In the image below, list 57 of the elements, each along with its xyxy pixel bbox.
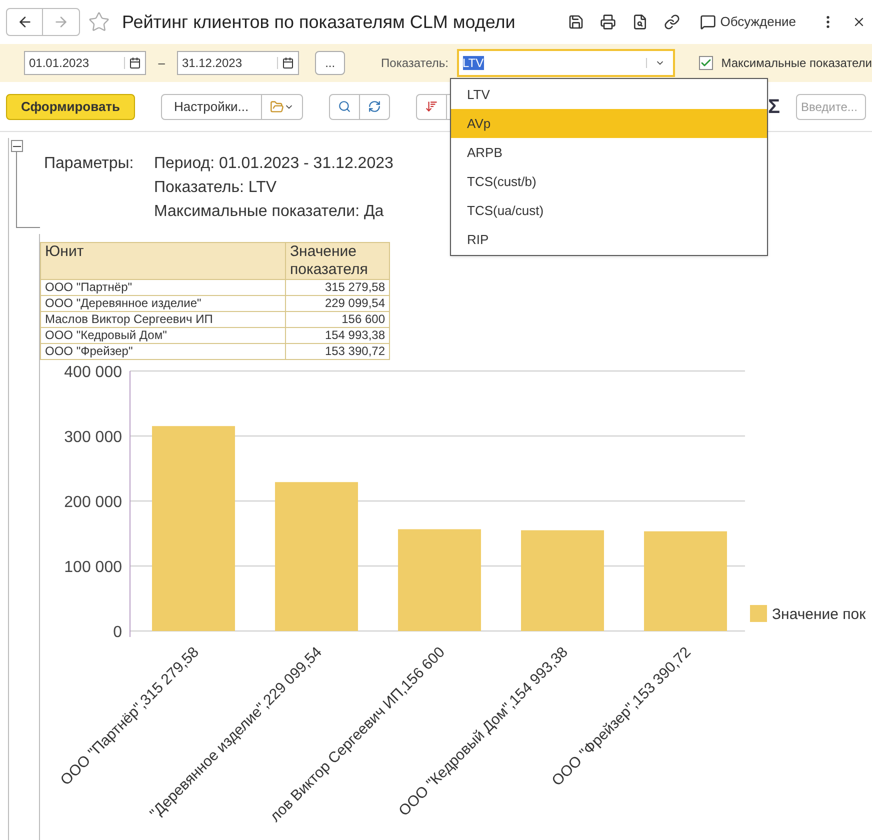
- table-cell: 154 993,38: [286, 328, 390, 344]
- parameter-line: Показатель: LTV: [154, 178, 278, 198]
- table-cell: ООО "Деревянное изделие": [40, 296, 286, 312]
- y-axis-label: 100 000: [64, 559, 122, 576]
- search-icon: [338, 100, 351, 113]
- y-axis-label: 400 000: [64, 364, 122, 381]
- table-cell: ООО "Партнёр": [40, 280, 286, 296]
- search-field[interactable]: Введите...: [796, 94, 866, 120]
- refresh-icon: [368, 100, 381, 113]
- dropdown-item[interactable]: LTV: [451, 80, 767, 109]
- link-icon[interactable]: [664, 14, 680, 30]
- date-to-field[interactable]: 31.12.2023: [176, 51, 300, 75]
- indicator-select[interactable]: LTV: [456, 49, 676, 77]
- chat-bubble-icon: [700, 14, 716, 30]
- table-cell: ООО "Кедровый Дом": [40, 328, 286, 344]
- dropdown-item[interactable]: TCS(cust/b): [451, 167, 767, 196]
- close-icon[interactable]: [852, 15, 866, 29]
- save-icon[interactable]: [568, 14, 584, 30]
- max-checkbox[interactable]: [699, 56, 714, 70]
- sort-icon: [424, 100, 438, 113]
- table-cell: 315 279,58: [286, 280, 390, 296]
- y-axis-label: 0: [113, 624, 122, 641]
- print-icon[interactable]: [600, 14, 616, 30]
- dropdown-item[interactable]: TCS(ua/cust): [451, 196, 767, 225]
- max-checkbox-label: Максимальные показатели: [721, 55, 872, 72]
- discussion-button[interactable]: Обсуждение: [700, 12, 796, 32]
- indicator-label: Показатель:: [381, 55, 449, 72]
- calendar-icon: [129, 57, 142, 69]
- y-axis-label: 300 000: [64, 429, 122, 446]
- favorite-star-icon[interactable]: [88, 11, 110, 33]
- parameter-line: Максимальные показатели: Да: [154, 202, 385, 222]
- generate-button[interactable]: Сформировать: [6, 94, 136, 120]
- parameter-line: Период: 01.01.2023 - 31.12.2023: [154, 154, 394, 174]
- table-cell: Маслов Виктор Сергеевич ИП: [40, 312, 286, 328]
- table-cell: ООО "Фрейзер": [40, 344, 286, 360]
- period-button[interactable]: ...: [315, 51, 346, 75]
- table-header-cell: Юнит: [40, 242, 286, 280]
- window-title: Рейтинг клиентов по показателям CLM модели: [122, 10, 516, 34]
- date-range-dash: –: [157, 55, 166, 72]
- dropdown-item[interactable]: RIP: [451, 225, 767, 254]
- table-cell: 153 390,72: [286, 344, 390, 360]
- sum-icon[interactable]: Σ: [768, 92, 780, 122]
- calendar-icon: [282, 57, 294, 69]
- legend-label: Значение пок: [772, 606, 866, 623]
- preview-icon[interactable]: [632, 14, 648, 30]
- forward-arrow-icon: [53, 14, 69, 30]
- table-cell: 156 600: [286, 312, 390, 328]
- date-from-field[interactable]: 01.01.2023: [24, 51, 146, 75]
- dropdown-item[interactable]: AVp: [451, 109, 767, 138]
- collapse-toggle[interactable]: [11, 140, 23, 152]
- legend-swatch[interactable]: [750, 605, 767, 622]
- parameters-label: Параметры:: [44, 154, 135, 174]
- table-header-cell: Значение показателя: [286, 242, 390, 280]
- dropdown-item[interactable]: ARPB: [451, 138, 767, 167]
- y-axis-label: 200 000: [64, 494, 122, 511]
- folder-icon: [270, 100, 284, 114]
- table-cell: 229 099,54: [286, 296, 390, 312]
